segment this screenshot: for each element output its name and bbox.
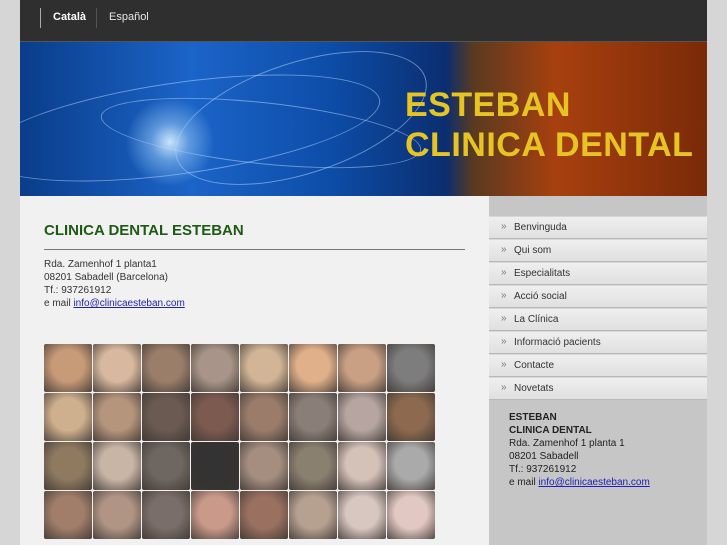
- patient-photo: [142, 344, 190, 392]
- double-chevron-right-icon: »: [501, 221, 507, 232]
- address-line1: Rda. Zamenhof 1 planta1: [44, 259, 157, 270]
- patient-photo: [44, 442, 92, 490]
- patient-photo: [142, 442, 190, 490]
- sidebar-contact-card: ESTEBAN CLINICA DENTAL Rda. Zamenhof 1 p…: [509, 411, 650, 489]
- patient-photo: [93, 344, 141, 392]
- card-name-line2: CLINICA DENTAL: [509, 425, 592, 436]
- patient-photo: [387, 442, 435, 490]
- menu-item-accio-social[interactable]: » Acció social: [489, 285, 707, 308]
- banner-title-line2: CLINICA DENTAL: [405, 126, 694, 164]
- patient-photo: [387, 393, 435, 441]
- patient-photo: [191, 344, 239, 392]
- card-address-line1: Rda. Zamenhof 1 planta 1: [509, 438, 625, 449]
- double-chevron-right-icon: »: [501, 336, 507, 347]
- patient-photo: [387, 491, 435, 539]
- phone-text: Tf.: 937261912: [44, 285, 112, 296]
- double-chevron-right-icon: »: [501, 382, 507, 393]
- double-chevron-right-icon: »: [501, 244, 507, 255]
- menu-item-label: Qui som: [514, 245, 552, 256]
- patient-photo: [289, 393, 337, 441]
- card-address-line2: 08201 Sabadell: [509, 451, 579, 462]
- email-line: e mail info@clinicaesteban.com: [44, 298, 185, 309]
- patient-photo: [191, 491, 239, 539]
- patient-photo: [142, 491, 190, 539]
- menu-item-label: Contacte: [514, 360, 555, 371]
- email-prefix: e mail: [44, 298, 74, 309]
- patient-photo: [338, 491, 386, 539]
- patient-photo: [93, 491, 141, 539]
- language-bar: Català Español: [20, 0, 707, 42]
- patient-photo: [240, 344, 288, 392]
- main-content: CLINICA DENTAL ESTEBAN Rda. Zamenhof 1 p…: [20, 196, 489, 545]
- menu-item-label: La Clínica: [514, 314, 559, 325]
- header-banner: ESTEBAN CLINICA DENTAL: [20, 42, 707, 196]
- patient-photo: [289, 442, 337, 490]
- menu-item-qui-som[interactable]: » Qui som: [489, 239, 707, 262]
- patient-photo: [44, 393, 92, 441]
- patient-photo: [93, 393, 141, 441]
- patient-photo: [240, 442, 288, 490]
- double-chevron-right-icon: »: [501, 313, 507, 324]
- page-title: CLINICA DENTAL ESTEBAN: [44, 222, 244, 239]
- menu-item-novetats[interactable]: » Novetats: [489, 377, 707, 400]
- patient-photo-grid: [44, 344, 438, 539]
- patient-photo: [240, 393, 288, 441]
- patient-photo: [387, 344, 435, 392]
- menu-item-label: Acció social: [514, 291, 567, 302]
- menu-item-label: Especialitats: [514, 268, 571, 279]
- card-phone: Tf.: 937261912: [509, 464, 577, 475]
- address-line2: 08201 Sabadell (Barcelona): [44, 272, 168, 283]
- title-divider: [44, 249, 465, 250]
- menu-item-label: Benvinguda: [514, 222, 567, 233]
- language-espanol-link[interactable]: Español: [109, 11, 149, 23]
- language-divider: [40, 8, 41, 28]
- patient-photo: [191, 393, 239, 441]
- sidebar-menu: » Benvinguda » Qui som » Especialitats » Acc…: [489, 216, 707, 400]
- email-link[interactable]: info@clinicaesteban.com: [73, 298, 184, 309]
- double-chevron-right-icon: »: [501, 267, 507, 278]
- banner-glow-orb: [125, 97, 215, 187]
- patient-photo: [338, 393, 386, 441]
- patient-photo: [289, 344, 337, 392]
- menu-item-label: Novetats: [514, 383, 554, 394]
- patient-photo: [93, 442, 141, 490]
- menu-item-benvinguda[interactable]: » Benvinguda: [489, 216, 707, 239]
- sidebar: » Benvinguda » Qui som » Especialitats » Acc…: [489, 196, 707, 545]
- menu-item-label: Informació pacients: [514, 337, 601, 348]
- patient-photo: [191, 442, 239, 490]
- menu-item-contacte[interactable]: » Contacte: [489, 354, 707, 377]
- language-divider: [96, 8, 97, 28]
- double-chevron-right-icon: »: [501, 359, 507, 370]
- patient-photo: [289, 491, 337, 539]
- patient-photo: [142, 393, 190, 441]
- menu-item-la-clinica[interactable]: » La Clínica: [489, 308, 707, 331]
- menu-item-informacio-pacients[interactable]: » Informació pacients: [489, 331, 707, 354]
- menu-item-especialitats[interactable]: » Especialitats: [489, 262, 707, 285]
- double-chevron-right-icon: »: [501, 290, 507, 301]
- patient-photo: [44, 491, 92, 539]
- banner-title-line1: ESTEBAN: [405, 86, 571, 124]
- card-email-prefix: e mail: [509, 477, 539, 488]
- card-email-line: e mail info@clinicaesteban.com: [509, 476, 650, 489]
- patient-photo: [338, 442, 386, 490]
- patient-photo: [240, 491, 288, 539]
- card-email-link[interactable]: info@clinicaesteban.com: [538, 477, 649, 488]
- language-catala-link[interactable]: Català: [53, 11, 86, 23]
- patient-photo: [338, 344, 386, 392]
- card-name-line1: ESTEBAN: [509, 412, 557, 423]
- patient-photo: [44, 344, 92, 392]
